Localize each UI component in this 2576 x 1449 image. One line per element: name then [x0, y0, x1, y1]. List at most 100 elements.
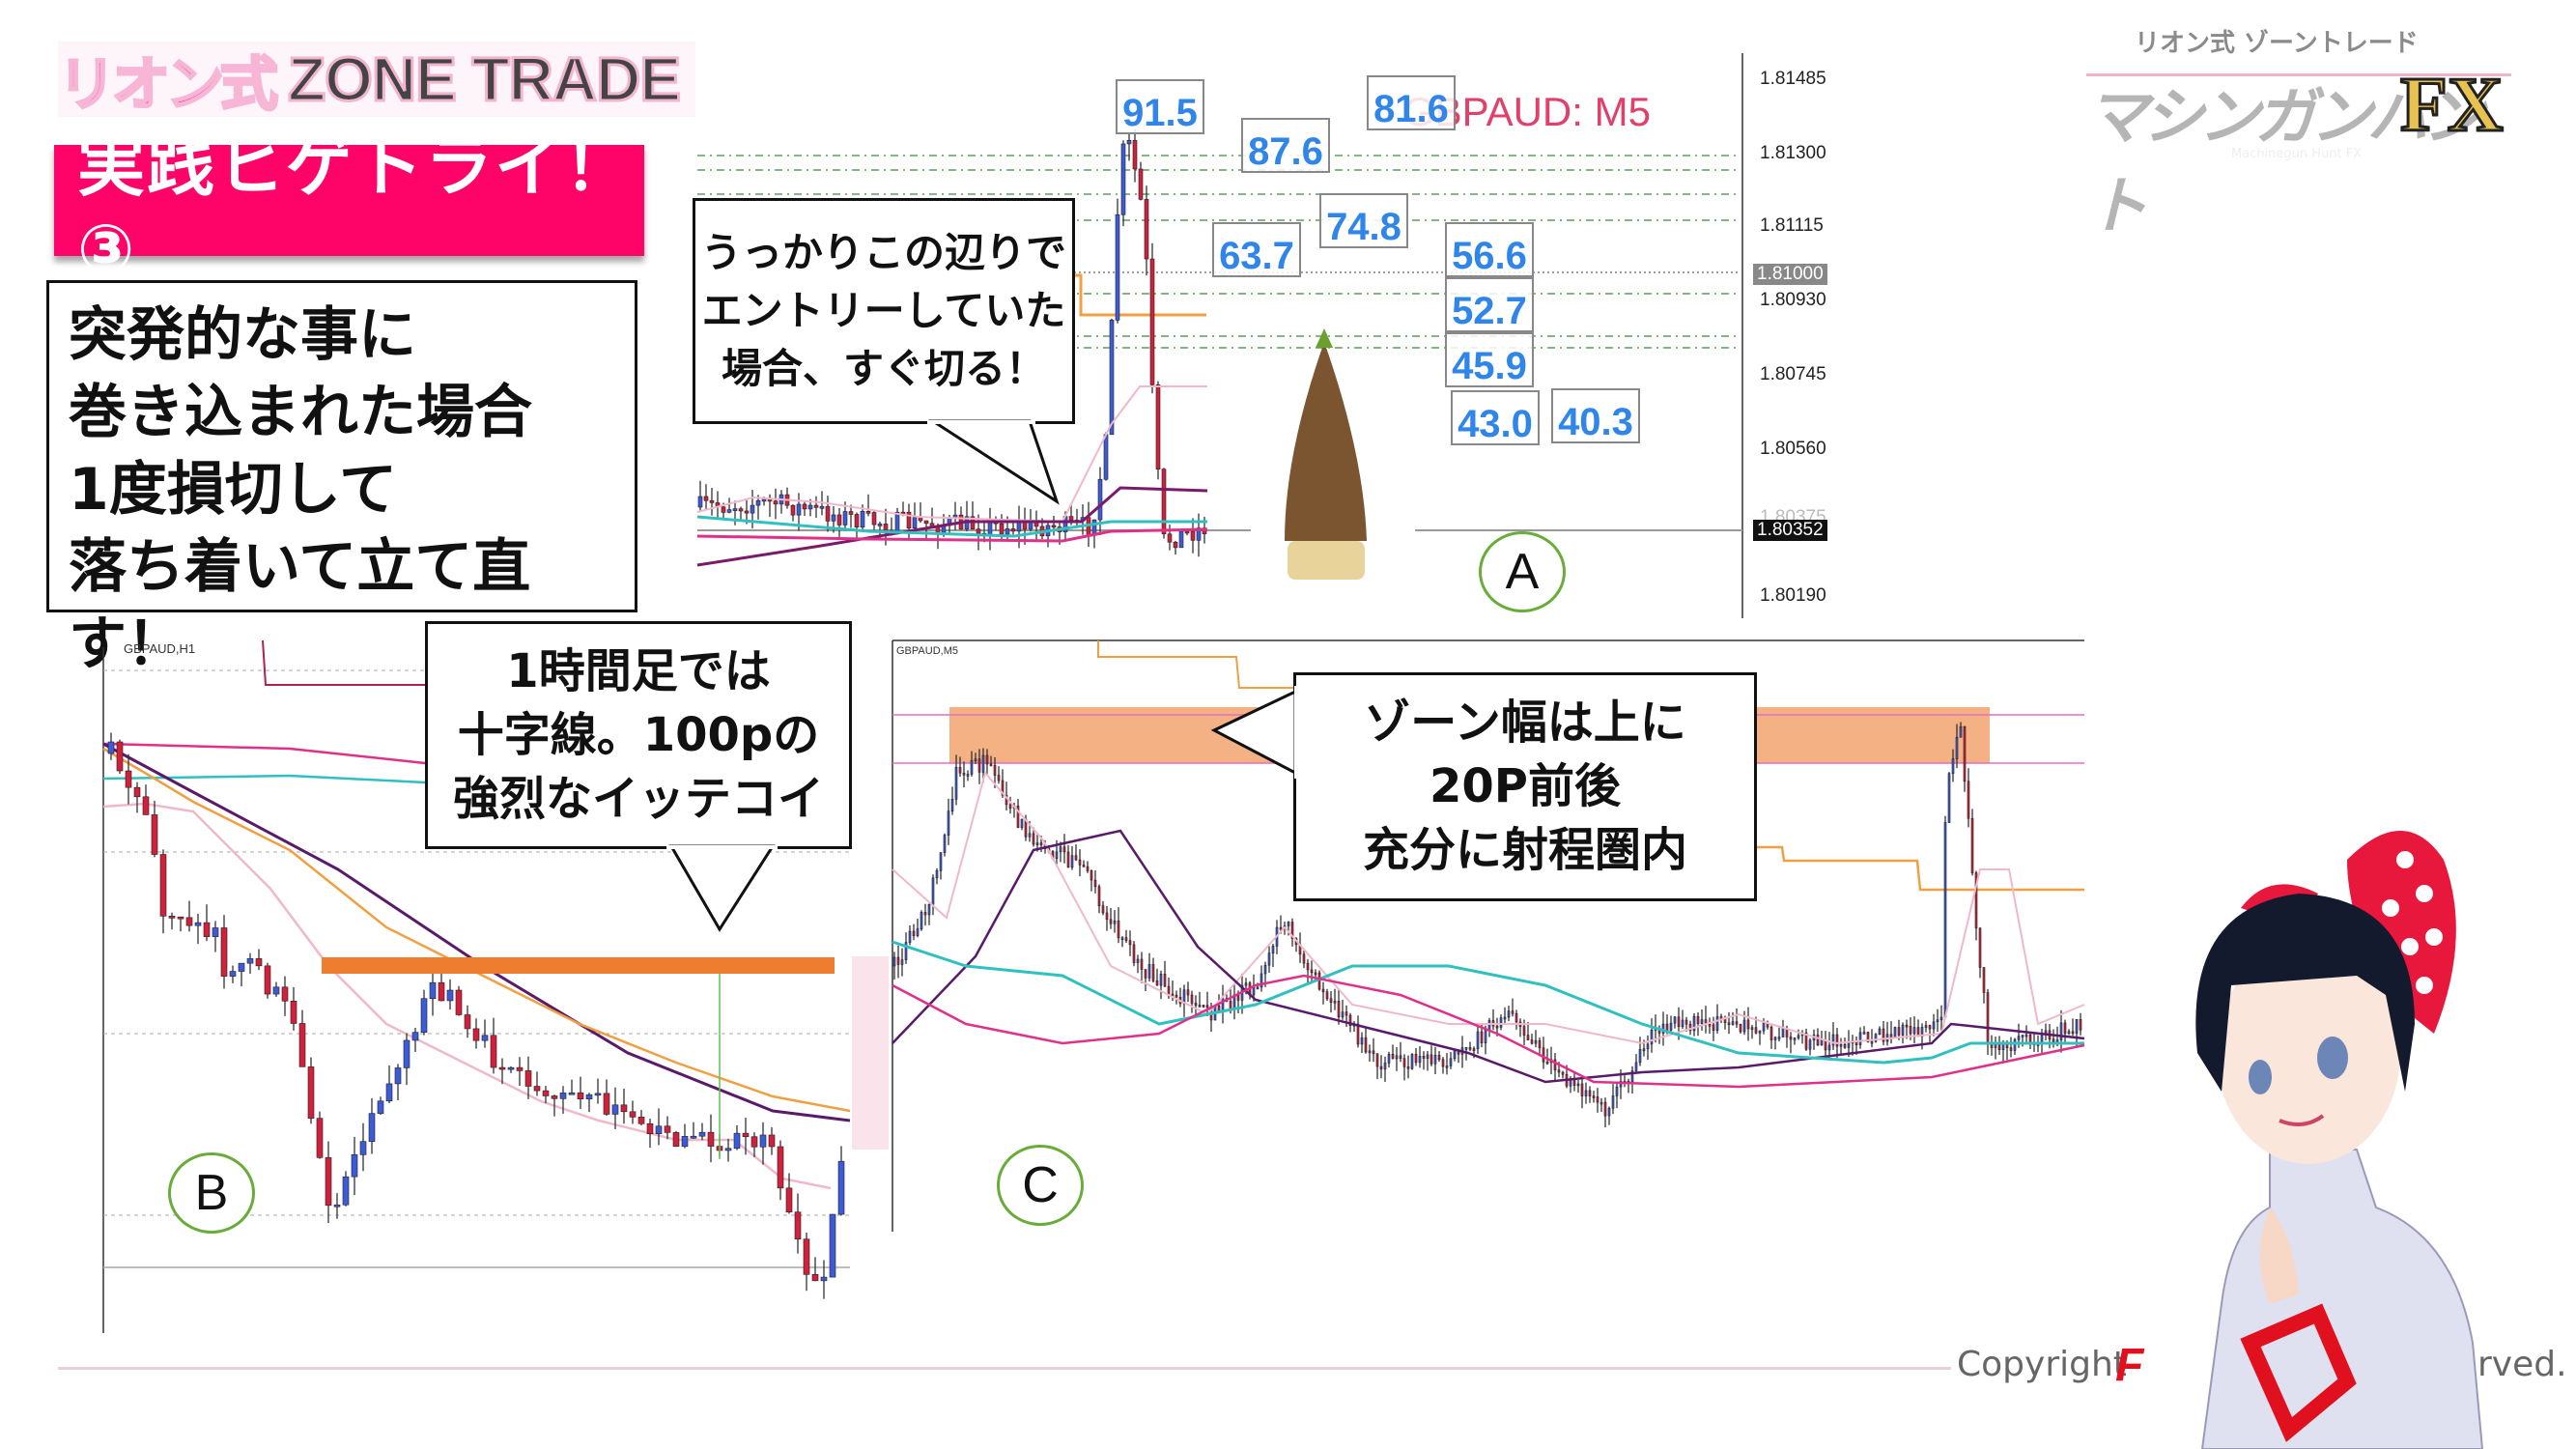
candle-body [1603, 1101, 1607, 1117]
candle-body [1777, 1037, 1781, 1039]
candle-body [1793, 1037, 1797, 1040]
candle-body [1762, 1022, 1766, 1032]
candle-body [1345, 1011, 1348, 1016]
candle-body [2009, 1047, 2013, 1051]
stop-line [1756, 845, 2084, 892]
candle-body [1279, 926, 1283, 930]
candle-body [1700, 1019, 1704, 1024]
candle-body [1175, 994, 1178, 998]
candle-body [1580, 1083, 1584, 1096]
candle-body [1147, 964, 1151, 979]
candle-body [1889, 1034, 1893, 1038]
candle-body [1337, 1000, 1341, 1018]
candle-body [1893, 1027, 1897, 1038]
candle-body [1858, 1032, 1862, 1045]
candle-body [1379, 1065, 1383, 1070]
candle-body [1256, 986, 1260, 990]
candle-body [1967, 781, 1970, 819]
candle-body [1105, 912, 1109, 921]
candle-body [1970, 817, 1974, 873]
candle-body [2071, 1031, 2075, 1035]
candle-body [1190, 994, 1194, 1004]
candle-body [1205, 1005, 1209, 1008]
candle-body [1681, 1019, 1684, 1027]
candle-body [1117, 920, 1120, 939]
candle-body [1522, 1026, 1526, 1036]
candle-body [1715, 1016, 1719, 1031]
candle-body [820, 1276, 828, 1282]
candle-body [1615, 1086, 1619, 1096]
candle-body [1495, 1025, 1499, 1029]
candle-body [1314, 972, 1317, 976]
candle-body [1773, 1037, 1777, 1040]
footer-divider [58, 1367, 1951, 1370]
candle-body [2059, 1022, 2063, 1040]
candle-body [1735, 1021, 1739, 1025]
candle-body [2052, 1038, 2055, 1042]
candle-body [1905, 1024, 1909, 1028]
candle-body [1464, 1046, 1468, 1050]
candle-body [1244, 982, 1248, 986]
candle-body [1321, 988, 1325, 993]
copyright-start: Copyright [1957, 1345, 2127, 1384]
candle-body [1302, 953, 1306, 964]
candle-body [1155, 980, 1159, 986]
candle-body [1163, 974, 1167, 987]
candle-body [927, 903, 931, 916]
callout-line: ゾーン幅は上に [1364, 696, 1686, 750]
candle-body [1847, 1042, 1851, 1048]
candle-body [1487, 1020, 1491, 1031]
candle-body [1375, 1053, 1379, 1067]
candle-body [2013, 1038, 2017, 1051]
candle-body [900, 959, 904, 965]
candle-body [1476, 1031, 1480, 1050]
candle-body [1827, 1044, 1831, 1051]
candle-body [1592, 1095, 1596, 1098]
candle-body [1437, 1055, 1441, 1061]
candle-body [1943, 822, 1947, 1018]
candle-body [1557, 1069, 1561, 1073]
candle-body [1151, 964, 1155, 981]
candle-body [1306, 962, 1310, 971]
candle-body [1325, 991, 1329, 1000]
candle-body [1638, 1049, 1642, 1064]
candle-body [892, 956, 896, 967]
candle-body [931, 877, 935, 905]
candle-body [1769, 1026, 1773, 1040]
candle-body [1128, 940, 1132, 946]
candle-body [1236, 994, 1240, 1001]
candle-body [1395, 1055, 1399, 1060]
candle-body [1503, 1016, 1507, 1020]
candle-body [1820, 1039, 1824, 1046]
candle-body [1708, 1023, 1712, 1027]
candle-body [1093, 879, 1097, 888]
candle-body [1136, 958, 1140, 963]
candle-body [1642, 1048, 1646, 1052]
candle-body [1120, 937, 1124, 941]
candle-body [1947, 773, 1951, 823]
candle-body [1383, 1063, 1387, 1070]
candle-body [2005, 1043, 2009, 1048]
candle-body [2055, 1039, 2059, 1042]
candle-body [1132, 944, 1136, 963]
candle-body [1797, 1035, 1800, 1038]
candle-body [1090, 870, 1093, 881]
candle-body [1542, 1047, 1545, 1063]
candle-body [1816, 1035, 1820, 1046]
candle-body [1588, 1090, 1592, 1096]
candle-body [1611, 1095, 1615, 1109]
candle-body [1534, 1039, 1538, 1044]
candle-body [1538, 1039, 1542, 1049]
ma-magenta [892, 974, 2085, 1089]
candle-body [1186, 989, 1190, 996]
candle-body [1669, 1022, 1673, 1031]
candle-body [1406, 1066, 1410, 1069]
candle-body [1665, 1023, 1669, 1031]
candle-body [1634, 1062, 1638, 1071]
chart-c-callout: ゾーン幅は上に 20P前後 充分に射程圏内 [1293, 672, 1757, 901]
candle-body [908, 930, 912, 943]
candle-body [1901, 1024, 1905, 1036]
candle-body [1113, 920, 1117, 924]
candle-body [1252, 987, 1256, 996]
candle-body [1758, 1030, 1762, 1034]
